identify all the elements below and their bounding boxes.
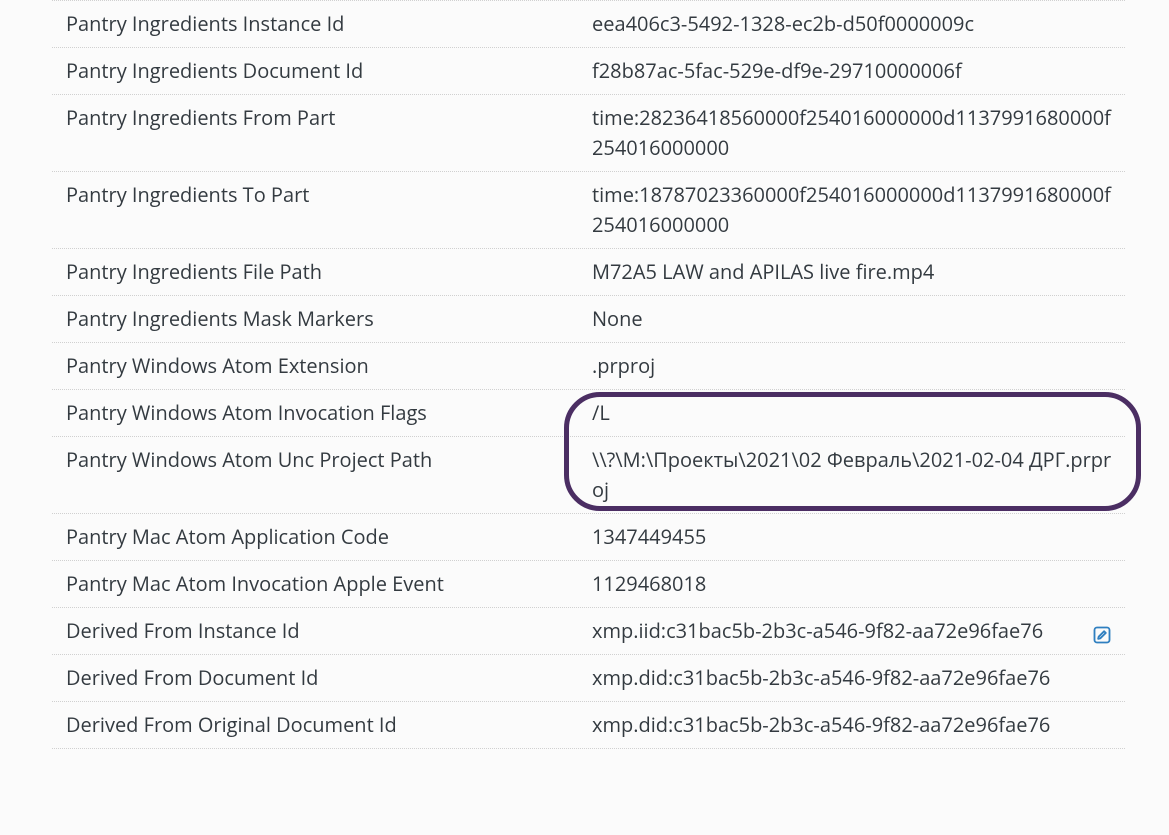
table-row: Derived From Original Document Id xmp.di… bbox=[52, 701, 1125, 749]
field-label: Pantry Ingredients From Part bbox=[52, 103, 592, 163]
table-row: Pantry Ingredients Instance Id eea406c3-… bbox=[52, 0, 1125, 47]
field-label: Pantry Ingredients Document Id bbox=[52, 56, 592, 86]
field-value: f28b87ac-5fac-529e-df9e-29710000006f bbox=[592, 56, 1125, 86]
edit-button[interactable] bbox=[1089, 624, 1115, 650]
field-label: Pantry Ingredients To Part bbox=[52, 180, 592, 240]
field-label: Derived From Instance Id bbox=[52, 616, 592, 646]
field-label: Pantry Windows Atom Extension bbox=[52, 351, 592, 381]
field-label: Pantry Ingredients File Path bbox=[52, 257, 592, 287]
field-label: Derived From Document Id bbox=[52, 663, 592, 693]
field-value: \\?\M:\Проекты\2021\02 Февраль\2021-02-0… bbox=[592, 445, 1125, 505]
metadata-table: Pantry Ingredients Instance Id eea406c3-… bbox=[0, 0, 1169, 749]
table-row: Pantry Ingredients Document Id f28b87ac-… bbox=[52, 47, 1125, 94]
field-label: Derived From Original Document Id bbox=[52, 710, 592, 740]
field-value: 1129468018 bbox=[592, 569, 1125, 599]
field-value: None bbox=[592, 304, 1125, 334]
table-row: Pantry Mac Atom Application Code 1347449… bbox=[52, 513, 1125, 560]
field-value: .prproj bbox=[592, 351, 1125, 381]
table-row: Pantry Ingredients To Part time:18787023… bbox=[52, 171, 1125, 248]
table-row: Derived From Instance Id xmp.iid:c31bac5… bbox=[52, 607, 1125, 654]
table-row: Pantry Windows Atom Unc Project Path \\?… bbox=[52, 436, 1125, 513]
field-value: xmp.did:c31bac5b-2b3c-a546-9f82-aa72e96f… bbox=[592, 710, 1125, 740]
field-label: Pantry Windows Atom Unc Project Path bbox=[52, 445, 592, 505]
field-label: Pantry Windows Atom Invocation Flags bbox=[52, 398, 592, 428]
field-value: eea406c3-5492-1328-ec2b-d50f0000009c bbox=[592, 9, 1125, 39]
table-row: Pantry Windows Atom Extension .prproj bbox=[52, 342, 1125, 389]
field-value: xmp.did:c31bac5b-2b3c-a546-9f82-aa72e96f… bbox=[592, 663, 1125, 693]
field-label: Pantry Mac Atom Application Code bbox=[52, 522, 592, 552]
table-row: Pantry Ingredients Mask Markers None bbox=[52, 295, 1125, 342]
field-value: /L bbox=[592, 398, 1125, 428]
table-row: Derived From Document Id xmp.did:c31bac5… bbox=[52, 654, 1125, 701]
field-label: Pantry Ingredients Instance Id bbox=[52, 9, 592, 39]
field-value: xmp.iid:c31bac5b-2b3c-a546-9f82-aa72e96f… bbox=[592, 616, 1125, 646]
field-label: Pantry Mac Atom Invocation Apple Event bbox=[52, 569, 592, 599]
field-value: time:28236418560000f254016000000d1137991… bbox=[592, 103, 1125, 163]
field-value: M72A5 LAW and APILAS live fire.mp4 bbox=[592, 257, 1125, 287]
table-row: Pantry Ingredients File Path M72A5 LAW a… bbox=[52, 248, 1125, 295]
table-row: Pantry Ingredients From Part time:282364… bbox=[52, 94, 1125, 171]
table-row: Pantry Mac Atom Invocation Apple Event 1… bbox=[52, 560, 1125, 607]
field-value: time:18787023360000f254016000000d1137991… bbox=[592, 180, 1125, 240]
field-label: Pantry Ingredients Mask Markers bbox=[52, 304, 592, 334]
edit-icon bbox=[1092, 625, 1112, 650]
field-value: 1347449455 bbox=[592, 522, 1125, 552]
table-row: Pantry Windows Atom Invocation Flags /L bbox=[52, 389, 1125, 436]
